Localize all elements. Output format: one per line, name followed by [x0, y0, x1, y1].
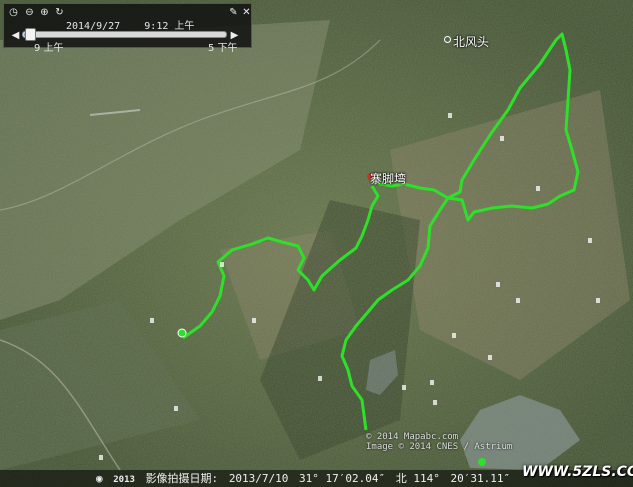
terrain-imagery	[0, 0, 633, 487]
slider-end-label: 5 下午	[208, 43, 238, 54]
wrench-icon[interactable]: ✎	[228, 7, 239, 18]
satellite-map[interactable]: 北风头 寨脚塆 ◷ ⊖ ⊕ ↻ ✎ ✕ 2014/9/27 9:12 上午 ◀ …	[0, 0, 633, 487]
longitude-label: 北 114°	[395, 472, 440, 485]
status-logo: 2013	[113, 475, 135, 485]
refresh-icon[interactable]: ↻	[54, 7, 65, 18]
place-label-zhaijiaowan[interactable]: 寨脚塆	[370, 170, 406, 187]
waypoint-icon[interactable]	[478, 458, 486, 466]
imagery-date-label: 影像拍摄日期:	[145, 472, 219, 485]
slider-start-label: 9 上午	[34, 43, 64, 54]
play-icon[interactable]: ◀	[10, 30, 21, 41]
close-icon[interactable]: ✕	[241, 7, 252, 18]
google-earth-icon: ◉	[96, 472, 103, 485]
imagery-date: 2013/7/10	[228, 472, 289, 485]
time-slider-track[interactable]	[22, 31, 227, 38]
watermark: WWW.5ZLS.COM	[522, 464, 633, 480]
track-start-icon[interactable]	[177, 328, 187, 338]
latitude: 31° 17′02.04″	[299, 472, 386, 485]
zoom-out-icon[interactable]: ⊖	[24, 7, 35, 18]
time-slider-panel: ◷ ⊖ ⊕ ↻ ✎ ✕ 2014/9/27 9:12 上午 ◀ ▶ 9 上午 5…	[3, 3, 252, 54]
clock-icon[interactable]: ◷	[8, 7, 19, 18]
place-pin-icon[interactable]	[444, 36, 451, 43]
map-credits: © 2014 Mapabc.com Image © 2014 CNES / As…	[366, 432, 512, 452]
place-label-beifengtou[interactable]: 北风头	[453, 33, 489, 50]
credit-line-1: © 2014 Mapabc.com	[366, 432, 459, 442]
time-slider-date: 2014/9/27 9:12 上午	[66, 21, 195, 32]
credit-line-2: Image © 2014 CNES / Astrium	[366, 442, 513, 452]
longitude: 20′31.11″	[450, 472, 511, 485]
zoom-in-icon[interactable]: ⊕	[39, 7, 50, 18]
